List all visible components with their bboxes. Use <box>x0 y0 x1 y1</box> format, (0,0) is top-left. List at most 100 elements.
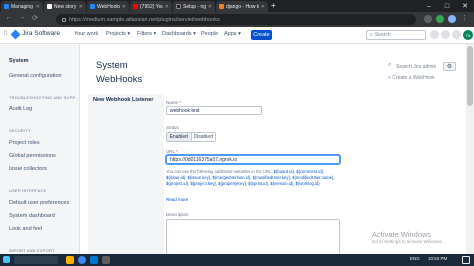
status-disabled-option[interactable]: Disabled <box>192 133 216 141</box>
create-webhook-button[interactable]: + Create a WebHook <box>388 75 435 81</box>
sidebar-item-issue-collectors[interactable]: Issue collectors <box>9 166 47 172</box>
sidebar-section-security: SECURITY <box>9 128 31 133</box>
nav-filters[interactable]: Filters ▾ <box>137 31 156 37</box>
taskbar-search[interactable] <box>14 256 58 264</box>
extension-icon[interactable] <box>436 15 444 23</box>
browser-tab[interactable]: Setup - ngrok ✕ <box>173 1 215 12</box>
reload-button[interactable]: ⟳ <box>30 14 40 22</box>
page-title: WebHooks <box>96 74 143 85</box>
nav-dashboards[interactable]: Dashboards ▾ <box>162 31 196 37</box>
sidebar-section-import-export: IMPORT AND EXPORT <box>9 248 55 253</box>
jira-search-placeholder: Search <box>374 32 391 38</box>
search-icon: ⌕ <box>370 32 373 38</box>
browser-menu-icon[interactable]: ⋮ <box>461 14 468 22</box>
sidebar-section-user-interface: USER INTERFACE <box>9 188 47 193</box>
status-toggle[interactable]: Enabled Disabled <box>166 132 216 142</box>
app-switcher-icon[interactable]: ⁞⁞ <box>4 31 7 37</box>
new-tab-button[interactable]: + <box>271 1 276 10</box>
tab-close-icon[interactable]: ✕ <box>122 4 126 10</box>
sidebar-item-system-dashboard[interactable]: System dashboard <box>9 213 55 219</box>
close-window-button[interactable]: ✕ <box>456 0 474 12</box>
admin-search-label[interactable]: Search Jira admin <box>396 64 436 70</box>
browser-tab[interactable]: Managing webhooks ✕ <box>1 1 43 12</box>
chrome-icon[interactable] <box>78 256 86 264</box>
description-field[interactable] <box>166 219 340 259</box>
browser-tab[interactable]: New story – Medium ✕ <box>44 1 86 12</box>
sidebar-item-general-configuration[interactable]: General configuration <box>9 73 62 79</box>
extension-icon[interactable] <box>424 15 432 23</box>
address-bar-url: https://medium.sample.atlassian.net/plug… <box>69 16 220 23</box>
address-bar[interactable]: https://medium.sample.atlassian.net/plug… <box>56 14 416 25</box>
status-label: Status <box>166 125 179 130</box>
browser-tab-active[interactable]: WebHooks - Jira ✕ <box>87 1 129 12</box>
tab-favicon-icon <box>219 4 224 9</box>
forward-button[interactable]: → <box>17 14 27 21</box>
lock-icon <box>62 17 66 22</box>
vscode-icon[interactable] <box>90 256 98 264</box>
maximize-button[interactable]: □ <box>438 0 456 12</box>
sidebar-item-project-roles[interactable]: Project roles <box>9 140 40 146</box>
url-variables-help: You can use the following additional var… <box>166 169 338 187</box>
read-more-link[interactable]: Read more <box>166 197 188 202</box>
terminal-icon[interactable] <box>102 256 110 264</box>
nav-people[interactable]: People <box>201 31 218 37</box>
create-button[interactable]: Create <box>251 30 272 40</box>
search-icon: ⌕ <box>388 62 392 68</box>
help-icon[interactable] <box>441 30 450 39</box>
sidebar-item-look-and-feel[interactable]: Look and feel <box>9 226 42 232</box>
sidebar-item-default-user-preferences[interactable]: Default user preferences <box>9 200 69 206</box>
tab-close-icon[interactable]: ✕ <box>36 4 40 10</box>
activate-windows-watermark: Activate Windows <box>372 230 432 239</box>
sidebar-section-troubleshooting: TROUBLESHOOTING AND SUPP... <box>9 95 79 100</box>
tab-label: New story – Medium <box>54 3 77 10</box>
settings-icon[interactable] <box>452 30 461 39</box>
tab-favicon-icon <box>133 4 138 9</box>
tab-close-icon[interactable]: ✕ <box>165 4 169 10</box>
tab-label: (7952) YouTube <box>140 3 163 10</box>
tab-label: Setup - ngrok <box>183 3 206 10</box>
notification-center-icon[interactable] <box>462 256 470 264</box>
minimize-button[interactable]: – <box>420 0 438 12</box>
tab-label: django - How to access <box>226 3 259 10</box>
sidebar-item-system[interactable]: System <box>9 58 29 64</box>
notifications-icon[interactable] <box>430 30 439 39</box>
tray-language[interactable]: ENG <box>410 256 420 261</box>
tab-favicon-icon <box>47 4 52 9</box>
jira-logo-text[interactable]: Jira Software <box>22 30 60 37</box>
url-field[interactable]: https://0d0116375a07.ngrok.io <box>166 155 340 164</box>
user-avatar[interactable]: TA <box>463 30 473 40</box>
start-button-icon[interactable] <box>3 256 10 263</box>
name-field[interactable]: webhook test <box>166 106 262 115</box>
description-label: Description <box>166 212 189 217</box>
scrollbar-thumb[interactable] <box>467 46 473 106</box>
browser-tab[interactable]: (7952) YouTube ✕ <box>130 1 172 12</box>
sidebar-item-audit-log[interactable]: Audit Log <box>9 106 32 112</box>
page-title-system: System <box>96 60 128 71</box>
help-intro: You can use the following additional var… <box>166 169 273 174</box>
back-button[interactable]: ← <box>4 14 14 21</box>
tab-favicon-icon <box>4 4 9 9</box>
tab-close-icon[interactable]: ✕ <box>79 4 83 10</box>
status-enabled-option[interactable]: Enabled <box>167 133 192 141</box>
gear-icon[interactable]: ⚙ <box>443 62 456 71</box>
profile-avatar-icon[interactable] <box>448 15 456 23</box>
nav-projects[interactable]: Projects ▾ <box>106 31 130 37</box>
tab-label: Managing webhooks <box>11 3 34 10</box>
activate-windows-subtext: Go to Settings to activate Windows. <box>372 239 444 244</box>
tab-favicon-icon <box>176 4 181 9</box>
listener-panel-sidebar <box>88 94 164 266</box>
url-label: URL * <box>166 149 178 154</box>
tab-favicon-icon <box>90 4 95 9</box>
file-explorer-icon[interactable] <box>66 256 74 264</box>
nav-apps[interactable]: Apps ▾ <box>224 31 241 37</box>
tab-label: WebHooks - Jira <box>97 3 120 10</box>
browser-tab[interactable]: django - How to access ✕ <box>216 1 268 12</box>
tab-close-icon[interactable]: ✕ <box>261 4 265 10</box>
tray-clock[interactable]: 10:53 PM <box>428 256 447 261</box>
panel-title: New Webhook Listener <box>93 97 154 103</box>
nav-your-work[interactable]: Your work <box>74 31 98 37</box>
sidebar-item-global-permissions[interactable]: Global permissions <box>9 153 56 159</box>
tab-close-icon[interactable]: ✕ <box>208 4 212 10</box>
jira-search-input[interactable]: ⌕ Search <box>366 30 426 40</box>
name-label: Name * <box>166 100 182 105</box>
